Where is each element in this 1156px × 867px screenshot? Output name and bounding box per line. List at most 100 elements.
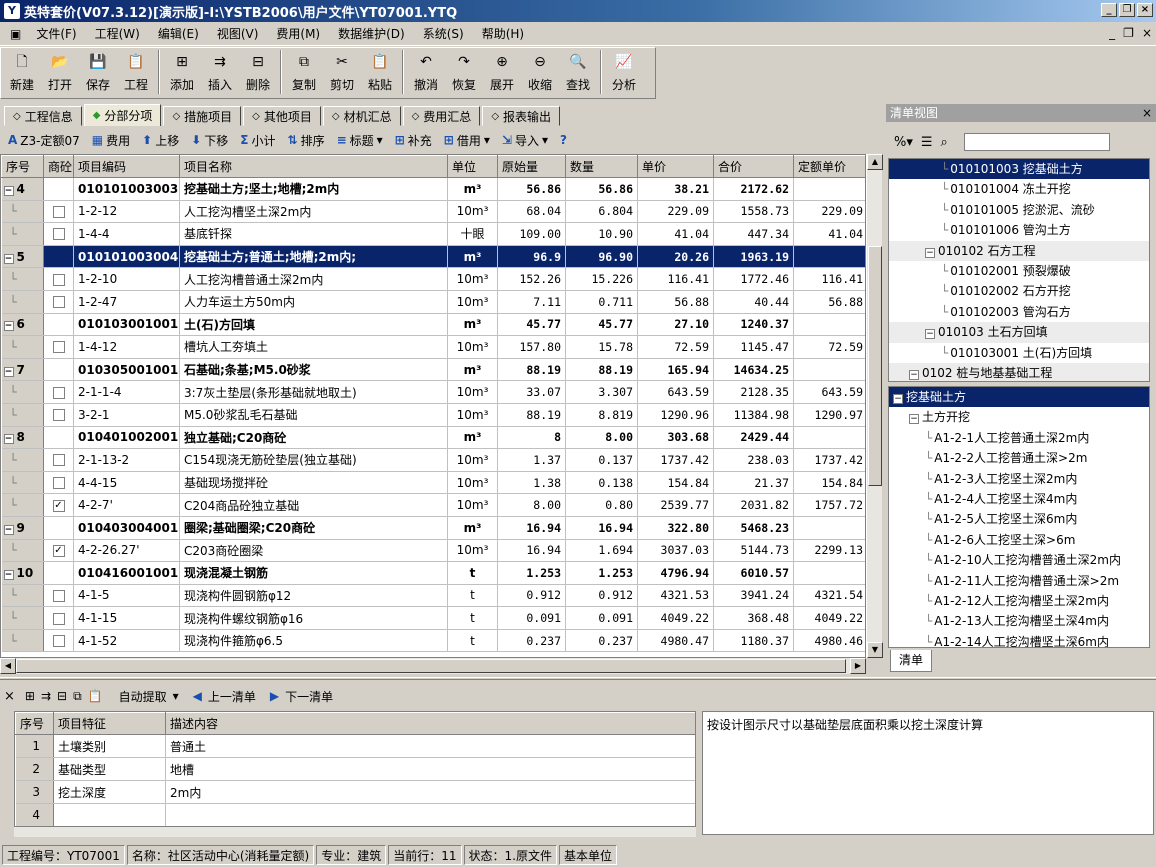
cell-price[interactable]: 4796.94: [637, 561, 714, 585]
column-header[interactable]: 序号: [1, 155, 44, 178]
feature-name[interactable]: 土壤类别: [53, 734, 166, 758]
cell-price[interactable]: 4049.22: [637, 606, 714, 630]
cell-unit[interactable]: 10m³: [447, 335, 498, 359]
menu-item[interactable]: 帮助(H): [473, 25, 533, 42]
mdi-close-icon[interactable]: ×: [1142, 26, 1152, 40]
cell-qty[interactable]: 0.711: [565, 290, 638, 314]
feature-column-header[interactable]: 描述内容: [165, 712, 695, 735]
cell-orig[interactable]: 8: [497, 426, 566, 450]
cell-qty[interactable]: 16.94: [565, 516, 638, 540]
cell-qty[interactable]: 0.80: [565, 493, 638, 517]
cell-qty[interactable]: 8.00: [565, 426, 638, 450]
row-seq[interactable]: └: [1, 493, 44, 517]
cell-name[interactable]: C203商砼圈梁: [179, 539, 448, 563]
cell-code[interactable]: 010416001001: [73, 561, 180, 585]
borrow-button[interactable]: ⊞ 借用 ▾: [440, 132, 494, 149]
concrete-check-cell[interactable]: [43, 290, 74, 314]
tree-node[interactable]: └ 010101004 冻土开挖: [889, 179, 1149, 199]
feature-name[interactable]: 基础类型: [53, 757, 166, 781]
tree-node[interactable]: −010102 石方工程: [889, 240, 1149, 261]
cell-code[interactable]: 1-4-12: [73, 335, 180, 359]
tree-node[interactable]: └ 010102003 管沟石方: [889, 302, 1149, 322]
concrete-checkbox[interactable]: [52, 386, 65, 399]
dropdown-arrow-icon[interactable]: ▾: [377, 133, 383, 147]
cell-qty[interactable]: 1.253: [565, 561, 638, 585]
concrete-checkbox[interactable]: [52, 228, 65, 241]
feature-desc[interactable]: 普通土: [165, 734, 695, 758]
concrete-check-cell[interactable]: [43, 471, 74, 495]
feature-row[interactable]: 3 挖土深度 2m内: [15, 780, 695, 804]
quota-row[interactable]: └ 4-1-5 现浇构件圆钢筋φ12 t 0.912 0.912 4321.53 3941.2…: [1, 584, 865, 608]
insert-row-button[interactable]: ⇉ 插入: [201, 48, 239, 96]
bill-row[interactable]: −5 010101003004 挖基础土方;普通土;地槽;2m内; m³ 96.9 96.…: [1, 245, 865, 269]
subtotal-button[interactable]: Σ 小计: [236, 132, 279, 149]
cell-name[interactable]: 挖基础土方;普通土;地槽;2m内;: [179, 245, 448, 269]
cell-price[interactable]: 229.09: [637, 200, 714, 224]
row-seq[interactable]: └: [1, 200, 44, 224]
open-folder-button[interactable]: 📂 打开: [41, 48, 79, 96]
feature-row[interactable]: 4: [15, 803, 695, 826]
concrete-check-cell[interactable]: [43, 629, 74, 653]
column-header[interactable]: 定额单价: [793, 155, 865, 178]
list-icon[interactable]: ☰: [921, 135, 933, 150]
collapse-icon[interactable]: −: [3, 434, 14, 445]
cell-qty[interactable]: 0.137: [565, 448, 638, 472]
cell-price[interactable]: 41.04: [637, 222, 714, 246]
quota-row[interactable]: └ 4-4-15 基础现场搅拌砼 10m³ 1.38 0.138 154.84 21.37 15…: [1, 471, 865, 495]
cell-total[interactable]: 5144.73: [713, 539, 794, 563]
cell-unit[interactable]: m³: [447, 313, 498, 337]
cell-total[interactable]: 1772.46: [713, 267, 794, 291]
quota-row[interactable]: └ 3-2-1 M5.0砂浆乱毛石基础 10m³ 88.19 8.819 1290.96 11…: [1, 403, 865, 427]
cell-name[interactable]: 槽坑人工夯填土: [179, 335, 448, 359]
bill-row[interactable]: −6 010103001001 土(石)方回填 m³ 45.77 45.77 27.10 12…: [1, 313, 865, 337]
concrete-checkbox[interactable]: [52, 589, 65, 602]
project-button[interactable]: 📋 工程: [117, 48, 155, 96]
concrete-checkbox[interactable]: ✓: [52, 544, 65, 557]
feature-seq[interactable]: 1: [15, 734, 54, 758]
column-header[interactable]: 合价: [713, 155, 794, 178]
tree-node[interactable]: └ A1-2-3人工挖坚土深2m内: [889, 469, 1149, 489]
concrete-check-cell[interactable]: [43, 200, 74, 224]
cell-price[interactable]: 303.68: [637, 426, 714, 450]
cell-total[interactable]: 2128.35: [713, 380, 794, 404]
cell-code[interactable]: 010103001001: [73, 313, 180, 337]
concrete-checkbox[interactable]: [52, 635, 65, 648]
cell-code[interactable]: 010101003003: [73, 177, 180, 201]
cell-total[interactable]: 368.48: [713, 606, 794, 630]
feature-desc[interactable]: [165, 803, 695, 826]
cell-orig[interactable]: 0.912: [497, 584, 566, 608]
tree-node[interactable]: └ A1-2-5人工挖坚土深6m内: [889, 509, 1149, 529]
supplement-button[interactable]: ⊞ 补充: [391, 132, 436, 149]
cell-orig[interactable]: 1.253: [497, 561, 566, 585]
next-arrow-icon[interactable]: ▶: [270, 689, 279, 703]
cell-total[interactable]: 40.44: [713, 290, 794, 314]
cell-qprice[interactable]: 116.41: [793, 267, 865, 291]
menu-item[interactable]: 数据维护(D): [329, 25, 414, 42]
tab-2[interactable]: ◇ 措施项目: [163, 106, 242, 126]
cell-name[interactable]: 人力车运土方50m内: [179, 290, 448, 314]
row-seq[interactable]: └: [1, 335, 44, 359]
cell-total[interactable]: 1180.37: [713, 629, 794, 653]
cell-orig[interactable]: 0.091: [497, 606, 566, 630]
undo-button[interactable]: ↶ 撤消: [407, 48, 445, 96]
menu-item[interactable]: 编辑(E): [149, 25, 208, 42]
feature-column-header[interactable]: 序号: [15, 712, 54, 735]
cell-price[interactable]: 1737.42: [637, 448, 714, 472]
row-seq[interactable]: └: [1, 403, 44, 427]
cell-unit[interactable]: m³: [447, 177, 498, 201]
minimize-button[interactable]: _: [1101, 3, 1117, 17]
cell-qprice[interactable]: 41.04: [793, 222, 865, 246]
calc-rule-text[interactable]: 按设计图示尺寸以基础垫层底面积乘以挖土深度计算: [702, 711, 1154, 835]
cell-total[interactable]: 447.34: [713, 222, 794, 246]
cell-unit[interactable]: m³: [447, 426, 498, 450]
cell-total[interactable]: 5468.23: [713, 516, 794, 540]
cell-code[interactable]: 010101003004: [73, 245, 180, 269]
next-bill-button[interactable]: 下一清单: [285, 688, 333, 705]
feature-seq[interactable]: 2: [15, 757, 54, 781]
collapse-icon[interactable]: −: [3, 569, 14, 580]
cell-code[interactable]: 010401002001: [73, 426, 180, 450]
cell-total[interactable]: 2031.82: [713, 493, 794, 517]
cell-unit[interactable]: t: [447, 584, 498, 608]
quota-row[interactable]: └ 4-1-52 现浇构件箍筋φ6.5 t 0.237 0.237 4980.47 1180.…: [1, 629, 865, 653]
concrete-checkbox[interactable]: [52, 273, 65, 286]
